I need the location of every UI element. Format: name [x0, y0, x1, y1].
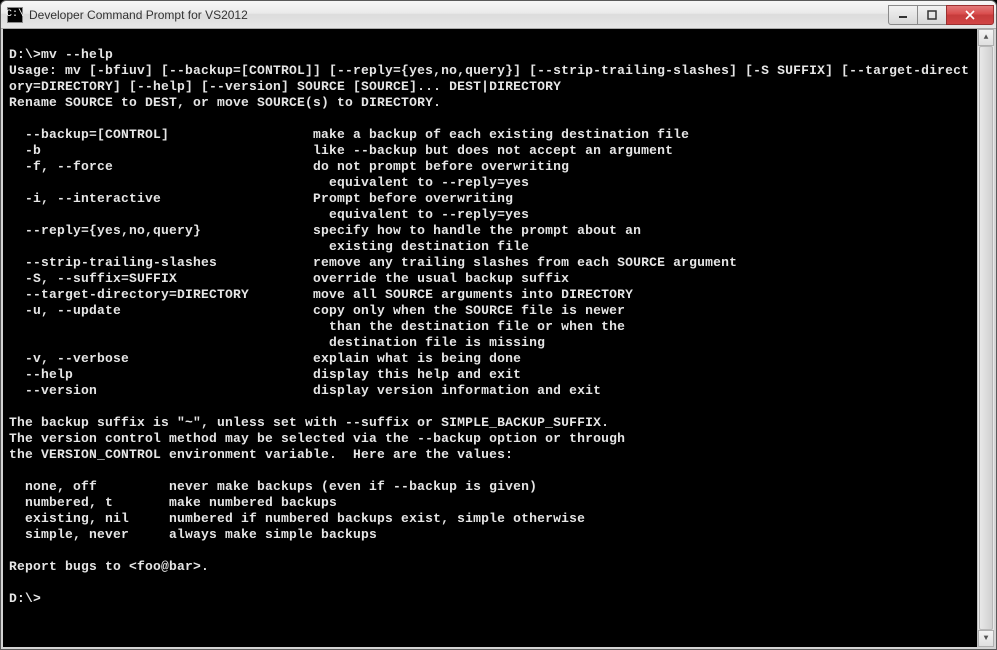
window-controls	[889, 5, 994, 25]
scroll-up-arrow-icon[interactable]: ▲	[978, 29, 994, 46]
command-prompt-window: C:\ Developer Command Prompt for VS2012 …	[0, 0, 997, 650]
cmd-icon: C:\	[7, 7, 23, 23]
vertical-scrollbar[interactable]: ▲ ▼	[977, 29, 994, 647]
scroll-down-arrow-icon[interactable]: ▼	[978, 630, 994, 647]
terminal-output[interactable]: D:\>mv --help Usage: mv [-bfiuv] [--back…	[3, 29, 977, 647]
scroll-track[interactable]	[978, 46, 994, 630]
terminal-client-area: D:\>mv --help Usage: mv [-bfiuv] [--back…	[1, 29, 996, 649]
scroll-thumb[interactable]	[979, 46, 993, 630]
window-title: Developer Command Prompt for VS2012	[29, 8, 889, 22]
titlebar[interactable]: C:\ Developer Command Prompt for VS2012	[1, 1, 996, 29]
minimize-button[interactable]	[888, 5, 918, 25]
maximize-button[interactable]	[917, 5, 947, 25]
close-button[interactable]	[946, 5, 994, 25]
